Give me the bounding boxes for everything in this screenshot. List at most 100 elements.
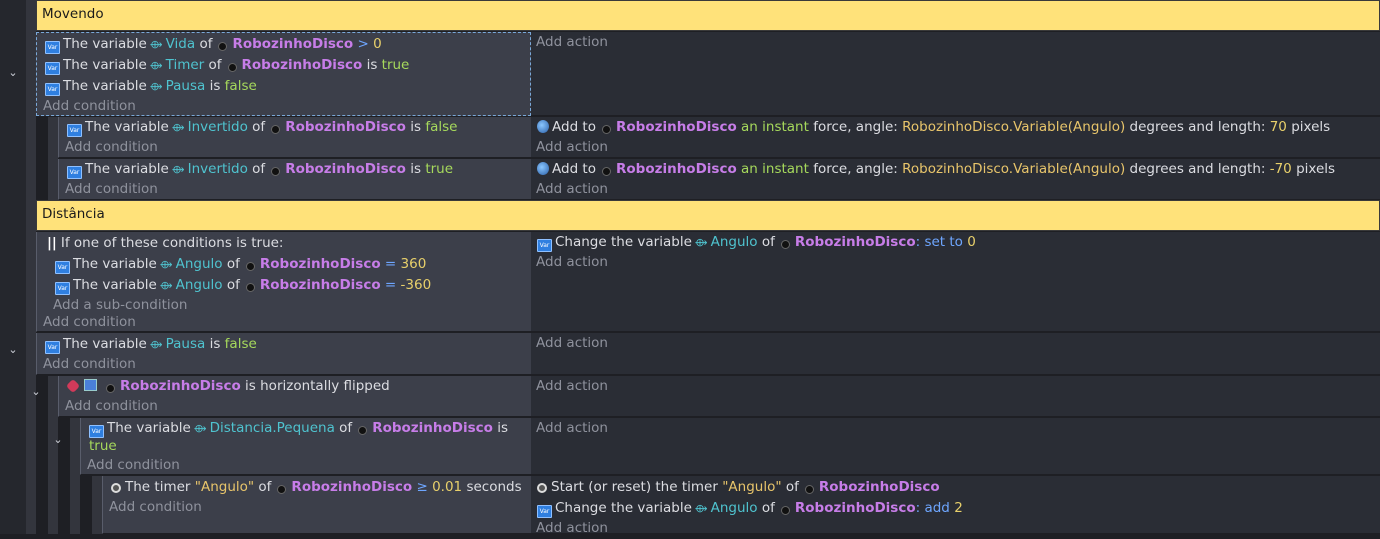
- condition-angulo[interactable]: Var The variable ⟴ Angulo of RobozinhoDisco …: [55, 254, 426, 275]
- object-icon: [804, 485, 814, 494]
- add-condition[interactable]: Add condition: [43, 96, 136, 117]
- sub-rail: [70, 418, 80, 534]
- sub-rail: [92, 476, 102, 534]
- add-action[interactable]: Add action: [536, 137, 608, 158]
- event-actions[interactable]: Var Change the variable ⟴ Angulo of Robozinh…: [531, 232, 1380, 332]
- condition-timer[interactable]: The timer "Angulo" of RobozinhoDisco ≥ 0.…: [111, 477, 522, 498]
- condition-invertido[interactable]: Var The variable ⟴ Invertido of RobozinhoDis…: [67, 159, 453, 180]
- condition-value: true: [89, 438, 117, 454]
- action-add-force[interactable]: Add to RobozinhoDisco an instant force, a…: [537, 159, 1335, 180]
- object-icon: [780, 506, 790, 515]
- or-icon: ||: [47, 235, 57, 251]
- chevron-down-icon[interactable]: ⌄: [6, 66, 20, 79]
- add-condition[interactable]: Add condition: [87, 455, 180, 476]
- variable-icon: Var: [537, 505, 552, 518]
- add-condition[interactable]: Add condition: [65, 179, 158, 200]
- add-action[interactable]: Add action: [536, 418, 608, 439]
- object-icon: [277, 485, 287, 494]
- variable-icon: Var: [55, 261, 70, 274]
- force-icon: [537, 162, 549, 175]
- event-actions[interactable]: Add action: [531, 418, 1380, 475]
- comment-text: Movendo: [42, 6, 104, 22]
- variable-icon: Var: [45, 341, 60, 354]
- object-icon: [601, 125, 611, 134]
- condition-angulo[interactable]: Var The variable ⟴ Angulo of RobozinhoDisco …: [55, 275, 431, 296]
- event-actions[interactable]: Add to RobozinhoDisco an instant force, a…: [531, 159, 1380, 200]
- comment-movendo[interactable]: Movendo: [36, 0, 1380, 31]
- condition-flipped[interactable]: RobozinhoDisco is horizontally flipped: [65, 376, 390, 397]
- event-conditions[interactable]: The timer "Angulo" of RobozinhoDisco ≥ 0.…: [102, 476, 531, 534]
- object-variable-icon: ⟴: [149, 38, 163, 51]
- variable-icon: Var: [45, 41, 60, 54]
- action-change-variable[interactable]: Var Change the variable ⟴ Angulo of Robozinh…: [537, 498, 963, 519]
- condition-pausa[interactable]: Var The variable ⟴ Pausa is false: [45, 76, 257, 97]
- event-conditions[interactable]: RobozinhoDisco is horizontally flipped A…: [58, 376, 531, 417]
- object-variable-icon: ⟴: [159, 258, 173, 271]
- gutter: [0, 0, 26, 534]
- variable-icon: Var: [45, 62, 60, 75]
- event-rail: [26, 0, 36, 534]
- add-action[interactable]: Add action: [536, 252, 608, 273]
- flip-icon: [65, 378, 81, 394]
- chevron-down-icon[interactable]: ⌄: [6, 343, 20, 356]
- event-actions[interactable]: Start (or reset) the timer "Angulo" of Ro…: [531, 476, 1380, 536]
- event-conditions[interactable]: Var The variable ⟴ Distancia.Pequena of Robo…: [80, 418, 531, 475]
- add-condition[interactable]: Add condition: [65, 137, 158, 158]
- action-start-timer[interactable]: Start (or reset) the timer "Angulo" of Ro…: [537, 477, 940, 498]
- object-icon: [245, 262, 255, 271]
- object-variable-icon: ⟴: [193, 422, 207, 435]
- object-variable-icon: ⟴: [694, 236, 708, 249]
- condition-vida[interactable]: Var The variable ⟴ Vida of RobozinhoDisco > …: [45, 34, 382, 55]
- condition-invertido[interactable]: Var The variable ⟴ Invertido of RobozinhoDis…: [67, 117, 457, 138]
- event-actions[interactable]: Add action: [531, 32, 1380, 116]
- event-conditions[interactable]: Var The variable ⟴ Vida of RobozinhoDisco > …: [36, 32, 531, 116]
- comment-text: Distância: [42, 206, 105, 222]
- add-condition[interactable]: Add condition: [43, 354, 136, 375]
- action-add-force[interactable]: Add to RobozinhoDisco an instant force, a…: [537, 117, 1330, 138]
- add-condition[interactable]: Add condition: [109, 497, 202, 518]
- object-icon: [227, 63, 237, 72]
- condition-distancia[interactable]: Var The variable ⟴ Distancia.Pequena of Robo…: [89, 418, 508, 439]
- chevron-down-icon[interactable]: ⌄: [51, 433, 65, 446]
- event-actions[interactable]: Add action: [531, 376, 1380, 417]
- event-conditions[interactable]: || If one of these conditions is true: Va…: [36, 232, 531, 332]
- event-actions[interactable]: Add to RobozinhoDisco an instant force, a…: [531, 117, 1380, 158]
- variable-icon: Var: [67, 124, 82, 137]
- comment-distancia[interactable]: Distância: [36, 200, 1380, 231]
- object-icon: [218, 42, 228, 51]
- scene-variable-icon: ⟴: [149, 80, 163, 93]
- timer-icon: [111, 483, 121, 493]
- object-icon: [245, 283, 255, 292]
- object-icon: [780, 240, 790, 249]
- object-icon: [106, 384, 115, 393]
- event-conditions[interactable]: Var The variable ⟴ Invertido of RobozinhoDis…: [58, 117, 531, 158]
- add-action[interactable]: Add action: [536, 32, 608, 53]
- object-icon: [601, 167, 611, 176]
- sub-rail: [48, 376, 58, 534]
- add-condition[interactable]: Add condition: [43, 312, 136, 333]
- or-condition[interactable]: || If one of these conditions is true:: [47, 233, 283, 254]
- add-condition[interactable]: Add condition: [65, 396, 158, 417]
- event-conditions[interactable]: Var The variable ⟴ Pausa is false Add condi…: [36, 333, 531, 375]
- action-change-variable[interactable]: Var Change the variable ⟴ Angulo of Robozinh…: [537, 232, 976, 253]
- event-conditions[interactable]: Var The variable ⟴ Invertido of RobozinhoDis…: [58, 159, 531, 200]
- timer-icon: [537, 483, 547, 493]
- condition-timer[interactable]: Var The variable ⟴ Timer of RobozinhoDisco i…: [45, 55, 409, 76]
- sprite-icon: [84, 379, 97, 391]
- event-actions[interactable]: Add action: [531, 333, 1380, 375]
- add-action[interactable]: Add action: [536, 333, 608, 354]
- sub-rail: [48, 117, 58, 200]
- object-variable-icon: ⟴: [694, 502, 708, 515]
- chevron-down-icon[interactable]: ⌄: [29, 385, 43, 398]
- variable-icon: Var: [55, 282, 70, 295]
- variable-icon: Var: [537, 239, 552, 252]
- object-icon: [271, 167, 281, 176]
- add-action[interactable]: Add action: [536, 179, 608, 200]
- object-variable-icon: ⟴: [159, 279, 173, 292]
- condition-pausa[interactable]: Var The variable ⟴ Pausa is false: [45, 334, 257, 355]
- object-icon: [358, 426, 368, 435]
- variable-icon: Var: [45, 83, 60, 96]
- object-variable-icon: ⟴: [171, 121, 185, 134]
- add-action[interactable]: Add action: [536, 376, 608, 397]
- add-action[interactable]: Add action: [536, 518, 608, 539]
